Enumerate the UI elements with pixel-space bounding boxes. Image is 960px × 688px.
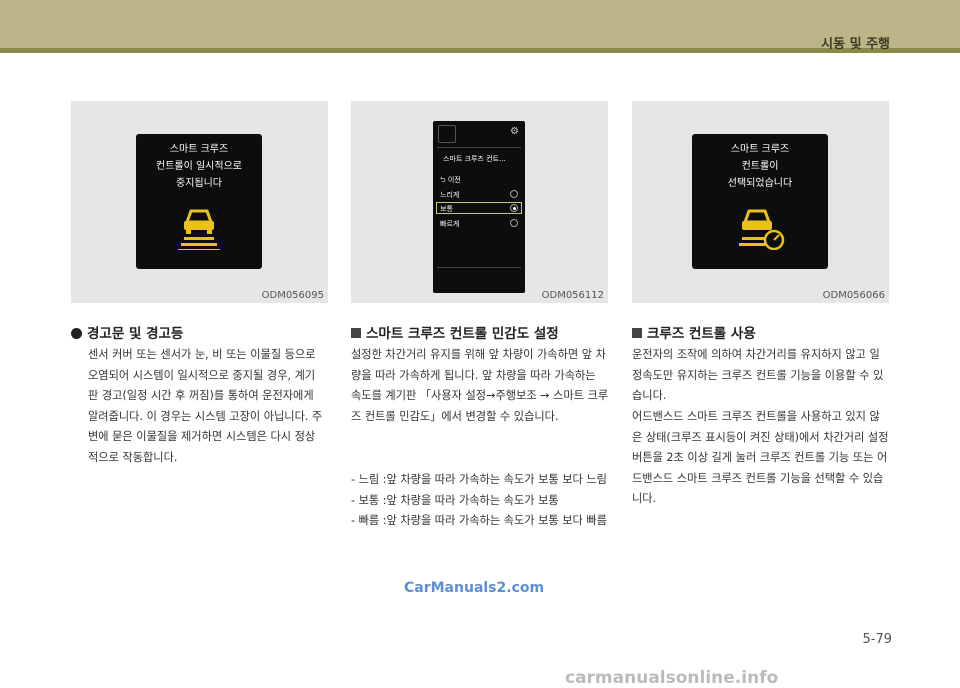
list-item-normal: - 보통 : 앞 차량을 따라 가속하는 속도가 보통 [351, 493, 559, 507]
gear-icon: ⚙ [510, 126, 519, 137]
menu-option-normal: 보통 [440, 205, 453, 213]
cruise-paragraph-2: 어드밴스드 스마트 크루즈 컨트롤을 사용하고 있지 않은 상태(크루즈 표시등… [632, 410, 889, 505]
square-bullet-icon [351, 328, 361, 338]
figure-sensitivity-menu: ⚙ 스마트 크루즈 컨트... ⮌ 이전 느리게 보통 빠르게 ODM05611… [351, 101, 608, 303]
menu-option-slow: 느리게 [440, 191, 460, 199]
figure-id: ODM056095 [261, 290, 324, 301]
figure-id: ODM056112 [541, 290, 604, 301]
figure-cruise-selected: 스마트 크루즈 컨트롤이 선택되었습니다 ODM056066 [632, 101, 889, 303]
sensitivity-paragraph: 설정한 차간거리 유지를 위해 앞 차량이 가속하면 앞 차량을 따라 가속하게… [351, 348, 609, 423]
heading-sensitivity: 스마트 크루즈 컨트롤 민감도 설정 [351, 322, 559, 342]
menu-title: 스마트 크루즈 컨트... [443, 155, 506, 163]
section-title: 시동 및 주행 [821, 37, 890, 52]
cruise-warning-car-icon [178, 209, 220, 250]
page-number: 5-79 [862, 632, 892, 647]
figure-warning: 스마트 크루즈 컨트롤이 일시적으로 중지됩니다 ODM056095 [71, 101, 328, 303]
display-line-1: 스마트 크루즈 [730, 144, 790, 155]
header-band [0, 0, 960, 48]
cruise-control-car-icon [739, 209, 785, 250]
menu-divider [437, 147, 521, 148]
heading-warning: 경고문 및 경고등 [71, 322, 183, 342]
cluster-menu-display: ⚙ 스마트 크루즈 컨트... ⮌ 이전 느리게 보통 빠르게 [433, 121, 525, 293]
square-bullet-icon [632, 328, 642, 338]
radio-normal-selected [510, 204, 518, 212]
bullet-icon [71, 328, 82, 339]
cruise-paragraph-1: 운전자의 조작에 의하여 차간거리를 유지하지 않고 일정속도만 유지하는 크루… [632, 348, 884, 402]
display-line-1: 스마트 크루즈 [169, 144, 229, 155]
watermark: CarManuals2.com [404, 580, 545, 596]
display-line-3: 중지됩니다 [176, 178, 222, 189]
menu-left-box [438, 125, 456, 143]
figure-id: ODM056066 [822, 290, 885, 301]
menu-bottom-divider [437, 267, 521, 268]
radio-fast [510, 219, 518, 227]
menu-option-fast: 빠르게 [440, 220, 460, 228]
display-line-3: 선택되었습니다 [727, 178, 793, 189]
heading-cruise: 크루즈 컨트롤 사용 [632, 322, 756, 342]
warning-paragraph: 센서 커버 또는 센서가 눈, 비 또는 이물질 등으로 오염되어 시스템이 일… [88, 348, 323, 464]
cluster-display: 스마트 크루즈 컨트롤이 일시적으로 중지됩니다 [136, 134, 262, 269]
list-item-slow: - 느림 : 앞 차량을 따라 가속하는 속도가 보통 보다 느림 [351, 473, 607, 486]
sensitivity-list: - 느림 : 앞 차량을 따라 가속하는 속도가 보통 보다 느림 - 보통 :… [351, 470, 609, 532]
list-item-fast: - 빠름 : 앞 차량을 따라 가속하는 속도가 보통 보다 빠름 [351, 514, 607, 527]
menu-back: ⮌ 이전 [440, 176, 461, 184]
radio-slow [510, 190, 518, 198]
cluster-display: 스마트 크루즈 컨트롤이 선택되었습니다 [692, 134, 828, 269]
display-line-2: 컨트롤이 [741, 161, 779, 172]
display-line-2: 컨트롤이 일시적으로 [156, 161, 242, 172]
site-watermark: carmanualsonline.info [565, 668, 779, 688]
header-rule [0, 48, 960, 53]
